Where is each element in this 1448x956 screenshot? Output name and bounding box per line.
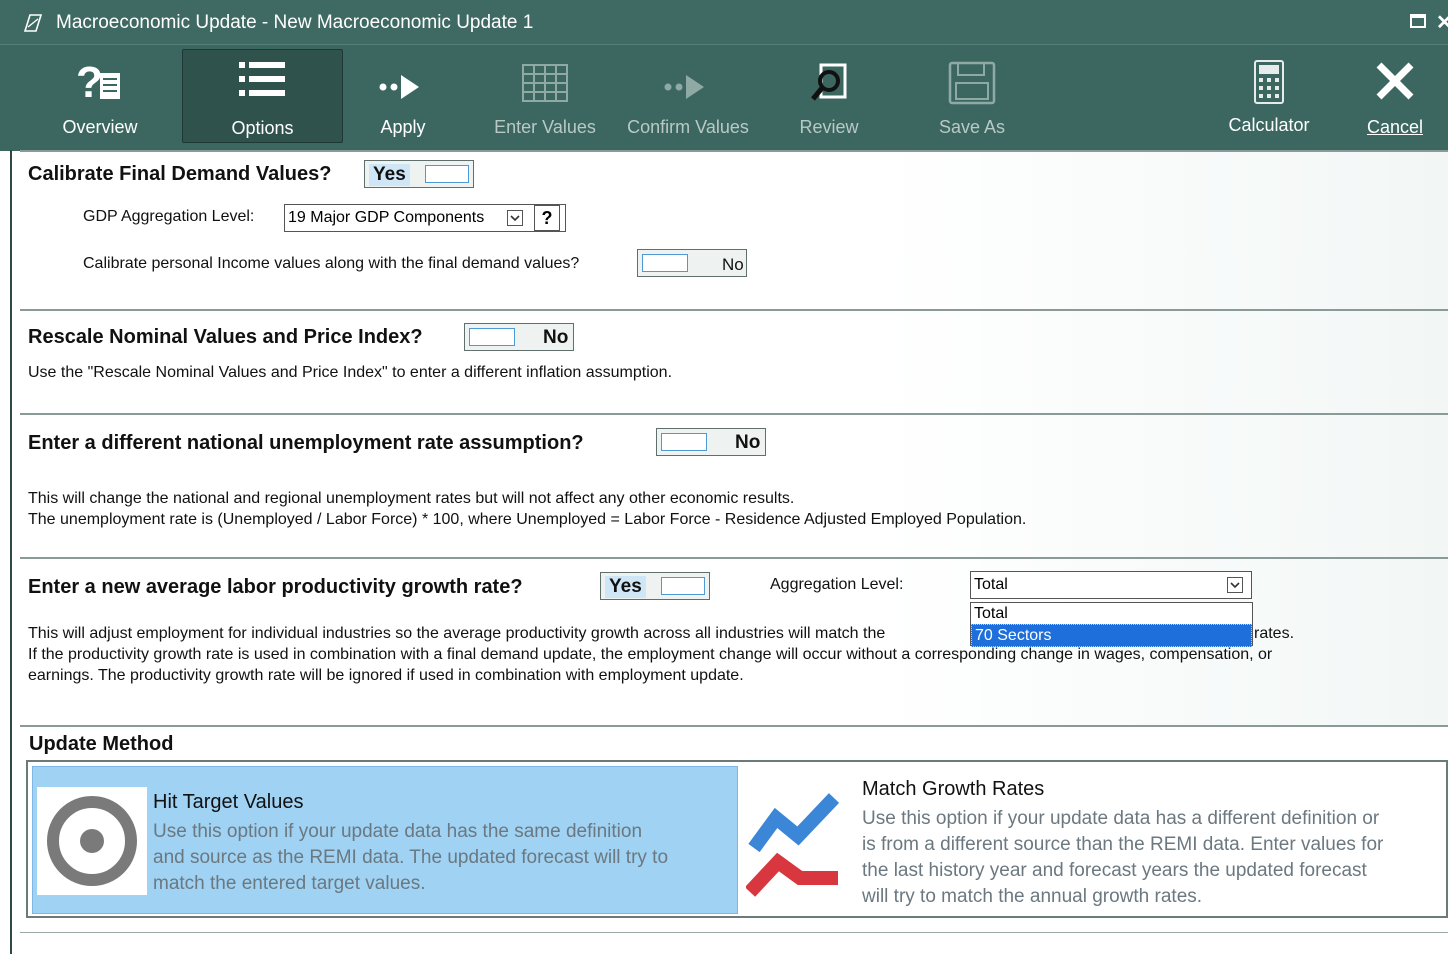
review-button[interactable]: Review <box>786 51 872 141</box>
update-method-heading: Update Method <box>29 733 174 755</box>
hit-target-title: Hit Target Values <box>153 791 304 813</box>
gdp-aggregation-label: GDP Aggregation Level: <box>83 208 255 225</box>
confirm-values-label: Confirm Values <box>627 117 749 137</box>
personal-income-toggle[interactable]: No <box>637 249 747 277</box>
rescale-description: Use the "Rescale Nominal Values and Pric… <box>28 364 673 381</box>
svg-text:?: ? <box>76 58 103 107</box>
match-growth-desc-2: is from a different source than the REMI… <box>862 834 1384 855</box>
gdp-aggregation-select[interactable]: 19 Major GDP Components <box>284 204 566 232</box>
calculator-icon <box>1222 57 1316 107</box>
options-button[interactable]: Options <box>182 49 343 143</box>
help-button[interactable]: ? <box>534 205 560 231</box>
save-as-button[interactable]: Save As <box>926 51 1018 141</box>
match-growth-rates-option[interactable]: Match Growth Rates Use this option if yo… <box>740 766 1446 914</box>
target-icon <box>37 787 147 895</box>
toggle-knob <box>642 254 688 272</box>
overview-button[interactable]: ? Overview <box>42 51 158 141</box>
productivity-line-2: If the productivity growth rate is used … <box>28 646 1273 663</box>
unemployment-section: Enter a different national unemployment … <box>20 413 1448 558</box>
chevron-down-icon[interactable] <box>507 210 523 226</box>
arrow-right-icon <box>360 57 446 107</box>
apply-button[interactable]: Apply <box>360 51 446 141</box>
maximize-icon[interactable] <box>1410 14 1426 28</box>
hit-target-desc-2: and source as the REMI data. The updated… <box>153 847 669 868</box>
cancel-label: Cancel <box>1366 117 1424 137</box>
floppy-disk-icon <box>926 57 1018 107</box>
unemployment-heading: Enter a different national unemployment … <box>28 432 584 454</box>
window-title: Macroeconomic Update - New Macroeconomic… <box>56 12 534 33</box>
match-growth-title: Match Growth Rates <box>862 778 1045 800</box>
save-as-label: Save As <box>938 117 1006 137</box>
close-icon[interactable]: ✕ <box>1436 10 1448 35</box>
gdp-aggregation-value: 19 Major GDP Components <box>288 209 485 226</box>
productivity-line-1b: rates. <box>1254 625 1295 642</box>
productivity-heading: Enter a new average labor productivity g… <box>28 576 523 598</box>
personal-income-toggle-label: No <box>722 255 744 274</box>
unemployment-line-1: This will change the national and region… <box>28 490 795 507</box>
productivity-toggle[interactable]: Yes <box>600 572 710 600</box>
app-icon <box>23 14 43 32</box>
rescale-toggle-label: No <box>543 327 569 348</box>
grid-icon <box>488 57 602 107</box>
list-icon <box>183 56 342 106</box>
rescale-heading: Rescale Nominal Values and Price Index? <box>28 326 423 348</box>
unemployment-line-2: The unemployment rate is (Unemployed / L… <box>28 511 1027 528</box>
calculator-button[interactable]: Calculator <box>1222 51 1316 141</box>
rescale-section: Rescale Nominal Values and Price Index? … <box>20 309 1448 414</box>
help-document-icon: ? <box>42 57 158 107</box>
enter-values-button[interactable]: Enter Values <box>488 51 602 141</box>
calculator-label: Calculator <box>1228 115 1310 135</box>
chevron-down-icon[interactable] <box>1227 577 1243 593</box>
toggle-knob <box>661 433 707 451</box>
toggle-knob <box>425 165 469 183</box>
dropdown-option-total[interactable]: Total <box>971 603 1252 624</box>
aggregation-level-value: Total <box>974 576 1008 593</box>
overview-label: Overview <box>62 117 138 137</box>
calibrate-section: Calibrate Final Demand Values? Yes GDP A… <box>20 150 1448 310</box>
productivity-toggle-label: Yes <box>605 576 646 598</box>
options-label: Options <box>231 118 294 138</box>
arrow-right-disabled-icon <box>626 57 750 107</box>
apply-label: Apply <box>380 117 426 137</box>
update-method-options: Hit Target Values Use this option if you… <box>26 760 1448 918</box>
productivity-line-3: earnings. The productivity growth rate w… <box>28 667 744 684</box>
personal-income-label: Calibrate personal Income values along w… <box>83 255 580 272</box>
match-growth-desc-1: Use this option if your update data has … <box>862 808 1380 829</box>
enter-values-label: Enter Values <box>494 117 596 137</box>
rescale-toggle[interactable]: No <box>464 323 574 351</box>
bottom-divider <box>20 932 1448 933</box>
unemployment-toggle[interactable]: No <box>656 428 766 456</box>
magnifier-icon <box>786 57 872 107</box>
confirm-values-button[interactable]: Confirm Values <box>626 51 750 141</box>
left-border <box>10 150 12 954</box>
toolbar: ? Overview Options Apply Enter Values Co… <box>0 44 1448 151</box>
hit-target-values-option[interactable]: Hit Target Values Use this option if you… <box>32 766 738 914</box>
toggle-knob <box>469 328 515 346</box>
hit-target-desc-3: match the entered target values. <box>153 873 426 894</box>
review-label: Review <box>799 117 859 137</box>
cancel-button[interactable]: Cancel <box>1354 51 1436 141</box>
aggregation-dropdown-list: Total 70 Sectors <box>970 602 1253 647</box>
aggregation-level-select[interactable]: Total <box>970 571 1252 599</box>
productivity-line-1a: This will adjust employment for individu… <box>28 625 886 642</box>
hit-target-desc-1: Use this option if your update data has … <box>153 821 643 842</box>
unemployment-toggle-label: No <box>735 432 761 453</box>
calibrate-toggle-label: Yes <box>369 164 410 186</box>
dropdown-option-70-sectors[interactable]: 70 Sectors <box>971 624 1252 647</box>
toggle-knob <box>661 577 705 595</box>
match-growth-desc-4: will try to match the annual growth rate… <box>862 886 1203 907</box>
aggregation-level-label: Aggregation Level: <box>770 576 904 593</box>
calibrate-toggle[interactable]: Yes <box>364 160 474 188</box>
cancel-x-icon <box>1354 57 1436 107</box>
calibrate-heading: Calibrate Final Demand Values? <box>28 163 332 185</box>
title-bar: Macroeconomic Update - New Macroeconomic… <box>0 0 1448 44</box>
match-growth-desc-3: the last history year and forecast years… <box>862 860 1367 881</box>
growth-chart-icon <box>746 793 840 897</box>
